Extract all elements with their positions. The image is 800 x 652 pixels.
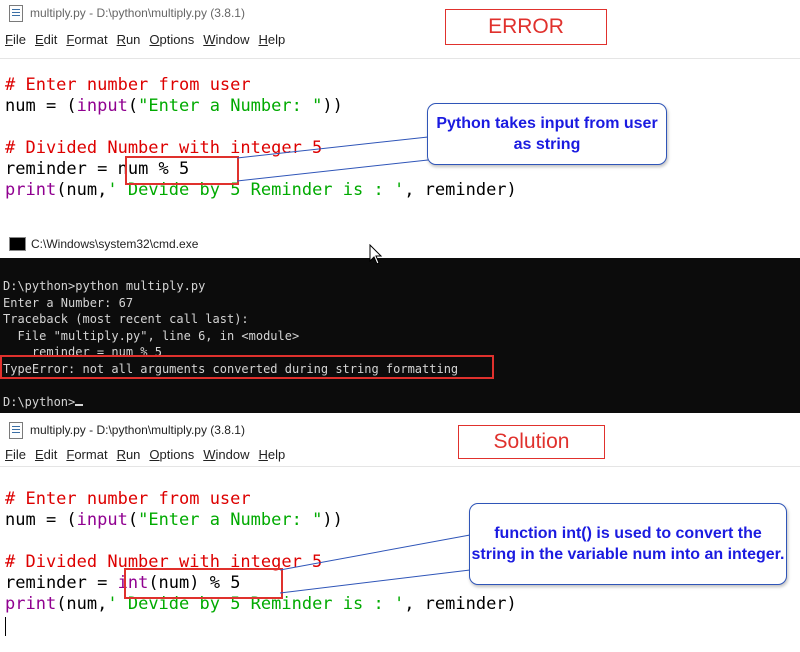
builtin-input: input	[76, 510, 128, 530]
solution-label: Solution	[458, 425, 605, 459]
builtin-print: print	[5, 180, 57, 200]
code-text: (num,	[56, 594, 108, 614]
cmd-line: File "multiply.py", line 6, in <module>	[3, 328, 300, 343]
menu-options[interactable]: Options	[149, 447, 194, 462]
code-line-input: num = (input("Enter a Number: "))	[5, 96, 343, 116]
code-text: (	[127, 96, 139, 116]
error-expression-highlight	[125, 156, 239, 185]
code-text: num = (	[5, 510, 77, 530]
cmd-prompt-line: D:\python>	[3, 394, 458, 411]
top-idle-window: multiply.py - D:\python\multiply.py (3.8…	[0, 0, 800, 230]
cmd-blank-line	[3, 377, 458, 394]
menu-file[interactable]: File	[5, 32, 26, 47]
cmd-line: D:\python>python multiply.py	[3, 279, 206, 293]
menu-window[interactable]: Window	[203, 447, 249, 462]
menu-format[interactable]: Format	[66, 32, 107, 47]
top-title-bar: multiply.py - D:\python\multiply.py (3.8…	[0, 0, 800, 26]
bottom-menu-bar: File Edit Format Run Options Window Help	[0, 443, 294, 465]
error-label: ERROR	[445, 9, 607, 45]
code-text: (	[127, 510, 139, 530]
cmd-window: C:\Windows\system32\cmd.exe D:\python>py…	[0, 230, 800, 413]
top-code-editor[interactable]: # Enter number from user num = (input("E…	[0, 58, 800, 230]
string-literal: "Enter a Number: "	[138, 96, 323, 116]
code-line-comment2: # Divided Number with integer 5	[5, 138, 322, 158]
menu-help[interactable]: Help	[259, 447, 286, 462]
comment-text: # Enter number from user	[5, 489, 251, 509]
top-window-title: multiply.py - D:\python\multiply.py (3.8…	[30, 6, 245, 20]
code-line-print: print(num,' Devide by 5 Reminder is : ',…	[5, 180, 517, 200]
menu-format[interactable]: Format	[66, 447, 107, 462]
menu-edit[interactable]: Edit	[35, 32, 57, 47]
menu-edit[interactable]: Edit	[35, 447, 57, 462]
code-text: , reminder)	[404, 594, 517, 614]
cmd-line: Traceback (most recent call last):	[3, 312, 249, 326]
code-line-comment1: # Enter number from user	[5, 75, 251, 95]
menu-run[interactable]: Run	[117, 447, 141, 462]
menu-file[interactable]: File	[5, 447, 26, 462]
top-callout: Python takes input from user as string	[427, 103, 667, 165]
code-text: ))	[322, 96, 343, 116]
menu-help[interactable]: Help	[259, 32, 286, 47]
code-text: , reminder)	[404, 180, 517, 200]
menu-run[interactable]: Run	[117, 32, 141, 47]
code-text: ))	[322, 510, 343, 530]
builtin-print: print	[5, 594, 57, 614]
comment-text: # Enter number from user	[5, 75, 251, 95]
bottom-callout: function int() is used to convert the st…	[469, 503, 787, 585]
cmd-window-title: C:\Windows\system32\cmd.exe	[31, 237, 199, 251]
code-text: num = (	[5, 96, 77, 116]
top-menu-bar: File Edit Format Run Options Window Help	[0, 28, 294, 50]
text-cursor	[5, 617, 6, 636]
mouse-pointer-icon	[369, 244, 383, 265]
typeerror-highlight	[0, 355, 494, 379]
solution-expression-highlight	[124, 568, 283, 599]
bottom-window-title: multiply.py - D:\python\multiply.py (3.8…	[30, 423, 245, 437]
menu-options[interactable]: Options	[149, 32, 194, 47]
comment-text: # Divided Number with integer 5	[5, 138, 323, 158]
cmd-icon	[9, 237, 26, 251]
code-line-input: num = (input("Enter a Number: "))	[5, 510, 343, 530]
bottom-title-bar: multiply.py - D:\python\multiply.py (3.8…	[0, 417, 800, 443]
cmd-output[interactable]: D:\python>python multiply.py Enter a Numb…	[3, 278, 458, 410]
cmd-prompt: D:\python>	[3, 394, 76, 409]
python-file-icon	[9, 421, 23, 439]
cmd-line: Enter a Number: 67	[3, 295, 134, 310]
builtin-input: input	[76, 96, 128, 116]
code-text: reminder =	[5, 159, 118, 179]
menu-window[interactable]: Window	[203, 32, 249, 47]
code-text: reminder =	[5, 573, 118, 593]
python-file-icon	[9, 4, 23, 22]
cursor	[75, 403, 84, 406]
cmd-title-bar: C:\Windows\system32\cmd.exe	[0, 230, 800, 258]
code-text: (num,	[56, 180, 108, 200]
code-line-comment1: # Enter number from user	[5, 489, 251, 509]
string-literal: "Enter a Number: "	[138, 510, 323, 530]
